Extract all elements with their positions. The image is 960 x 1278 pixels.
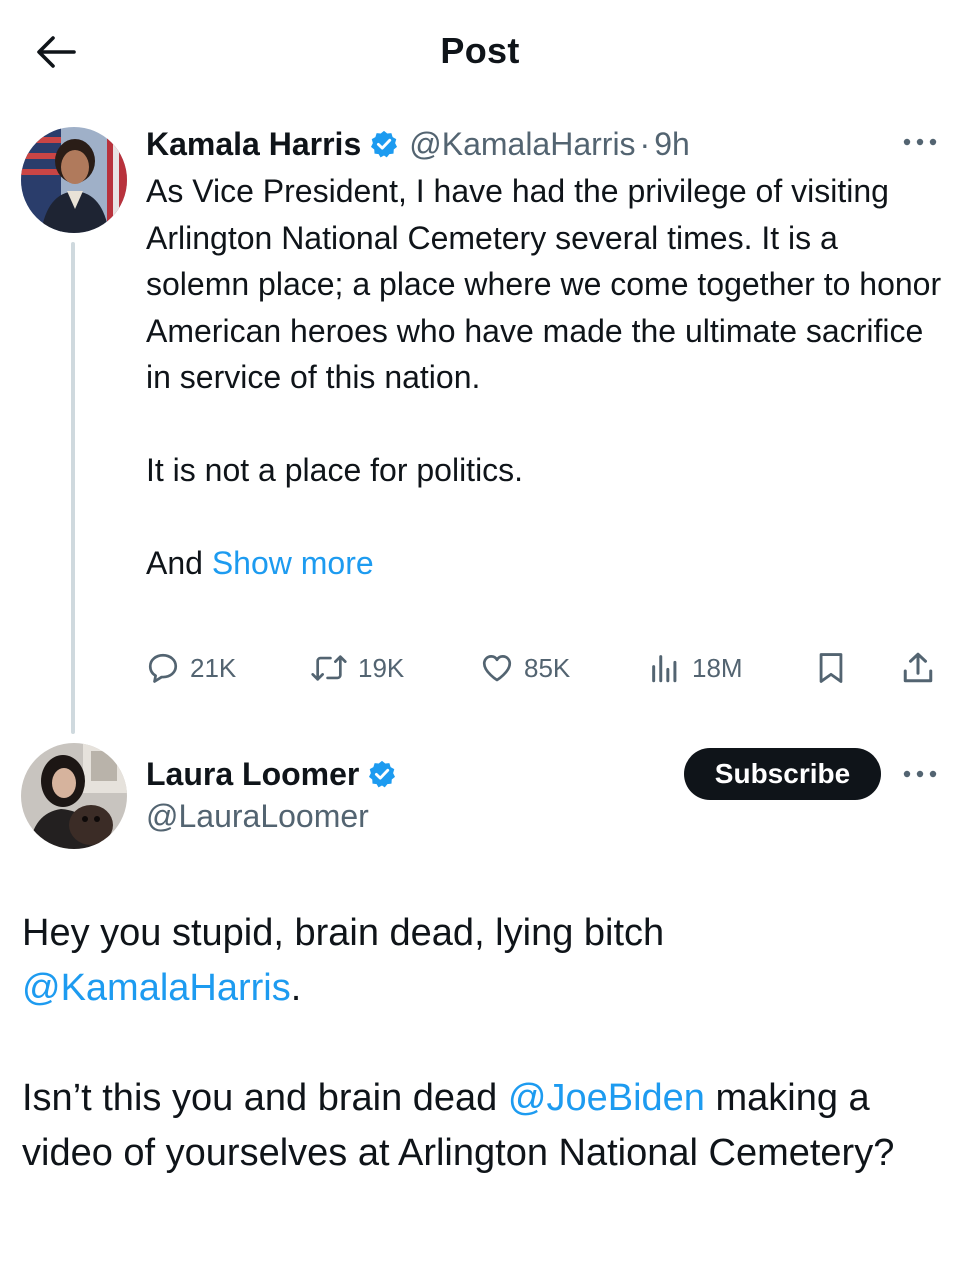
mention-link-joebiden[interactable]: @JoeBiden [508,1077,705,1119]
tweet2-header: Laura Loomer [146,752,407,796]
views-button[interactable]: 18M [648,646,743,690]
share-icon [900,650,936,686]
mention-link-kamalaharris[interactable]: @KamalaHarris [22,967,291,1009]
tweet1-paragraph: It is not a place for politics. [146,452,524,488]
tweet1-action-bar: 21K 19K 85K 18M [144,646,944,690]
tweet1-text: As Vice President, I have had the privil… [146,168,946,587]
tweet1-paragraph: As Vice President, I have had the privil… [146,173,942,395]
show-more-link[interactable]: Show more [212,545,374,581]
heart-icon [480,651,514,685]
tweet1-timestamp[interactable]: 9h [654,126,690,163]
tweet2-text: Hey you stupid, brain dead, lying bitch @… [22,906,942,1181]
repost-icon [310,651,348,685]
reply-icon [146,651,180,685]
tweet2-author-name[interactable]: Laura Loomer [146,756,359,793]
tweet2-author-handle[interactable]: @LauraLoomer [146,798,369,835]
tweet2-paragraph: Hey you stupid, brain dead, lying bitch @… [22,906,942,1016]
avatar-laura-loomer[interactable] [21,743,127,849]
more-horizontal-icon [903,138,937,146]
share-button[interactable] [900,646,946,690]
tweet2-text-part: Isn’t this you and brain dead [22,1077,498,1119]
bookmark-icon [814,650,848,686]
tweet2-more-button[interactable] [898,762,942,786]
tweet1-truncated-text: And [146,545,203,581]
tweet1-separator: · [639,125,651,162]
bookmark-button[interactable] [814,646,858,690]
avatar-kamala-harris[interactable] [21,127,127,233]
thread-connector-line [71,242,75,734]
more-horizontal-icon [903,770,937,778]
like-count: 85K [524,652,571,683]
tweet1-header: Kamala Harris @KamalaHarris · 9h [146,122,690,166]
like-button[interactable]: 85K [480,646,570,690]
subscribe-button[interactable]: Subscribe [684,748,881,800]
analytics-icon [648,651,682,685]
tweet1-author-handle[interactable]: @KamalaHarris [409,126,635,163]
repost-button[interactable]: 19K [310,646,404,690]
verified-badge-icon [367,759,397,789]
tweet1-author-name[interactable]: Kamala Harris [146,126,361,163]
reply-button[interactable]: 21K [146,646,236,690]
verified-badge-icon [369,129,399,159]
view-count: 18M [692,652,743,683]
tweet2-text-part: Hey you stupid, brain dead, lying bitch [22,912,665,954]
page-title: Post [440,30,520,71]
tweet2-paragraph: Isn’t this you and brain dead @JoeBiden … [22,1071,942,1181]
tweet1-truncated-line: And Show more [146,540,946,587]
tweet1-more-button[interactable] [898,130,942,154]
tweet2-text-part: . [290,967,302,1009]
reply-count: 21K [190,652,237,683]
header: Post [0,0,960,100]
repost-count: 19K [358,652,405,683]
